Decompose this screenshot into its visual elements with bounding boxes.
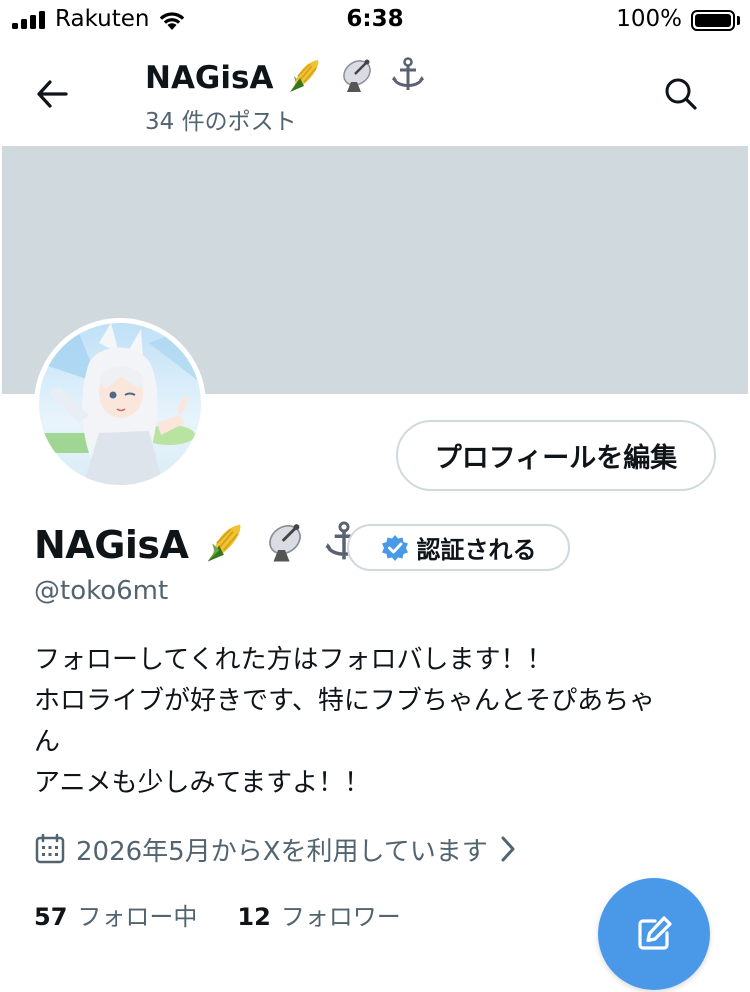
get-verified-button[interactable]: 認証される	[347, 524, 570, 571]
compose-post-button[interactable]	[598, 878, 710, 990]
bio-line: アニメも少しみてますよ！！	[34, 768, 371, 798]
bio-line: フォローしてくれた方はフォロバします！！	[34, 645, 553, 675]
battery-percent: 100%	[616, 6, 682, 32]
profile-name: NAGisA	[34, 520, 365, 567]
calendar-icon	[35, 833, 65, 864]
header-name: NAGisA	[145, 60, 274, 96]
following-link[interactable]: 57 フォロー中	[34, 897, 197, 932]
following-count: 57	[34, 903, 68, 931]
avatar-image	[39, 323, 201, 485]
search-button[interactable]	[656, 70, 706, 118]
followers-count: 12	[237, 903, 271, 931]
satellite-antenna-emoji-icon	[269, 524, 301, 562]
following-label: フォロー中	[77, 903, 198, 931]
profile-handle: @toko6mt	[34, 576, 169, 606]
followers-label: フォロワー	[280, 903, 401, 931]
compose-icon	[638, 916, 672, 950]
verified-badge-icon	[381, 534, 408, 561]
chevron-right-icon	[501, 836, 515, 862]
battery-tip	[737, 16, 740, 25]
avatar[interactable]	[34, 318, 206, 490]
joined-date: 2026年5月からXを利用しています	[76, 836, 488, 867]
get-verified-label: 認証される	[416, 537, 537, 564]
header-title: NAGisA	[145, 56, 426, 96]
bio-line: ホロライブが好きです、特にフブちゃんとそぴあちゃ	[34, 686, 656, 716]
profile-bio: フォローしてくれた方はフォロバします！！ ホロライブが好きです、特にフブちゃんと…	[34, 640, 724, 804]
satellite-antenna-emoji-icon	[343, 59, 371, 92]
bio-line: ん	[34, 727, 61, 757]
corn-emoji-icon	[207, 524, 241, 562]
follow-stats: 57 フォロー中 12 フォロワー	[34, 897, 401, 932]
post-count: 34 件のポスト	[145, 109, 297, 135]
battery-icon	[691, 10, 735, 31]
back-arrow-icon	[37, 80, 68, 108]
followers-link[interactable]: 12 フォロワー	[237, 897, 400, 932]
corn-emoji-icon	[290, 60, 319, 92]
profile-name-text: NAGisA	[34, 523, 189, 567]
edit-profile-button[interactable]: プロフィールを編集	[396, 420, 716, 491]
search-icon	[665, 78, 697, 110]
back-button[interactable]	[28, 72, 76, 116]
status-bar: Rakuten 6:38 100%	[0, 0, 750, 40]
anchor-emoji-icon	[391, 57, 424, 90]
joined-date-row[interactable]: 2026年5月からXを利用しています	[34, 828, 518, 870]
